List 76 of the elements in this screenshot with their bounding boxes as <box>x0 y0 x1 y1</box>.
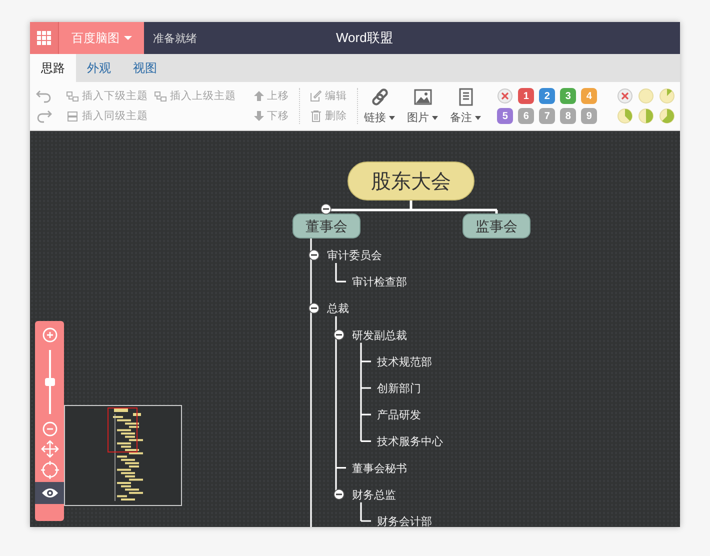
image-button[interactable]: 图片 <box>401 87 444 125</box>
collapse-icon[interactable] <box>334 329 344 340</box>
down-arrow-icon <box>254 111 264 121</box>
pie-icon[interactable] <box>659 108 676 124</box>
collapse-icon[interactable] <box>308 302 320 314</box>
connector-line <box>360 502 372 522</box>
caret-icon <box>475 116 482 120</box>
sub-topic[interactable]: 技术服务中心 <box>377 436 443 448</box>
main-topic[interactable]: 董事会 <box>292 214 360 238</box>
move-down-button[interactable]: 下移 <box>252 108 291 124</box>
locate-icon[interactable] <box>40 461 58 479</box>
ribbon-tab[interactable]: 外观 <box>76 54 122 82</box>
link-button[interactable]: 链接 <box>358 87 402 125</box>
up-arrow-icon <box>254 91 264 101</box>
priority-badge[interactable]: 8 <box>560 108 576 124</box>
pie-icon[interactable] <box>659 88 676 104</box>
clear-progress-icon[interactable] <box>617 88 634 104</box>
parent-topic-icon <box>154 90 167 102</box>
zoom-in-icon[interactable] <box>42 327 58 343</box>
trash-icon <box>310 110 322 122</box>
navigator-button[interactable] <box>35 482 64 504</box>
main-topic[interactable]: 监事会 <box>462 214 530 238</box>
sibling-topic-icon <box>66 110 79 122</box>
image-icon <box>412 87 433 107</box>
eye-icon <box>40 487 58 499</box>
redo-icon[interactable] <box>36 109 52 123</box>
priority-badge[interactable]: 9 <box>581 108 598 124</box>
priority-badge[interactable]: 5 <box>497 108 514 124</box>
link-icon <box>370 87 390 107</box>
delete-button[interactable]: 删除 <box>308 108 349 124</box>
collapse-icon[interactable] <box>320 204 332 214</box>
apps-button[interactable] <box>30 22 59 54</box>
priority-badge[interactable]: 3 <box>560 88 576 104</box>
connector-line <box>335 262 347 282</box>
brand-menu-button[interactable]: 百度脑图 <box>59 22 144 54</box>
status-text: 准备就绪 <box>153 32 197 46</box>
ribbon-tab[interactable]: 思路 <box>30 54 76 82</box>
move-icon[interactable] <box>40 440 58 458</box>
sub-topic[interactable]: 技术规范部 <box>377 356 432 368</box>
note-button[interactable]: 备注 <box>444 87 488 125</box>
priority-badge[interactable]: 6 <box>518 108 534 124</box>
sub-topic[interactable]: 财务会计部 <box>377 516 432 527</box>
priority-badge[interactable]: 1 <box>518 88 534 104</box>
pencil-icon <box>310 90 322 102</box>
child-topic-icon <box>66 90 79 102</box>
root-topic[interactable]: 股东大会 <box>348 162 474 200</box>
insert-sibling-button[interactable]: 插入同级主题 <box>64 108 150 124</box>
pie-icon[interactable] <box>638 88 654 104</box>
collapse-icon[interactable] <box>308 250 320 260</box>
ribbon-tab[interactable]: 视图 <box>122 54 168 82</box>
priority-badge[interactable]: 2 <box>539 88 556 104</box>
collapse-icon[interactable] <box>334 489 344 500</box>
pie-icon[interactable] <box>638 108 654 124</box>
caret-icon <box>124 36 132 40</box>
grid-icon <box>37 31 51 45</box>
sub-topic[interactable]: 产品研发 <box>377 410 421 422</box>
caret-icon <box>389 116 396 120</box>
clear-priority-icon[interactable] <box>497 88 514 104</box>
undo-icon[interactable] <box>36 89 52 103</box>
insert-parent-button[interactable]: 插入上级主题 <box>152 88 238 104</box>
sub-topic[interactable]: 审计委员会 <box>327 250 382 262</box>
sub-topic[interactable]: 审计检查部 <box>352 276 407 289</box>
sub-topic[interactable]: 创新部门 <box>377 383 421 395</box>
sub-topic[interactable]: 董事会秘书 <box>352 462 407 475</box>
move-up-button[interactable]: 上移 <box>252 88 291 104</box>
priority-badge[interactable]: 7 <box>539 108 556 124</box>
insert-child-button[interactable]: 插入下级主题 <box>64 88 150 104</box>
pie-icon[interactable] <box>617 108 634 124</box>
zoom-out-icon[interactable] <box>42 421 58 437</box>
document-title: Word联盟 <box>336 29 393 47</box>
caret-icon <box>432 116 438 120</box>
sub-topic[interactable]: 财务总监 <box>352 489 396 502</box>
edit-button[interactable]: 编辑 <box>308 88 349 104</box>
sub-topic[interactable]: 研发副总裁 <box>352 330 407 342</box>
zoom-slider-thumb[interactable] <box>44 378 54 386</box>
sub-topic[interactable]: 总裁 <box>327 303 349 316</box>
